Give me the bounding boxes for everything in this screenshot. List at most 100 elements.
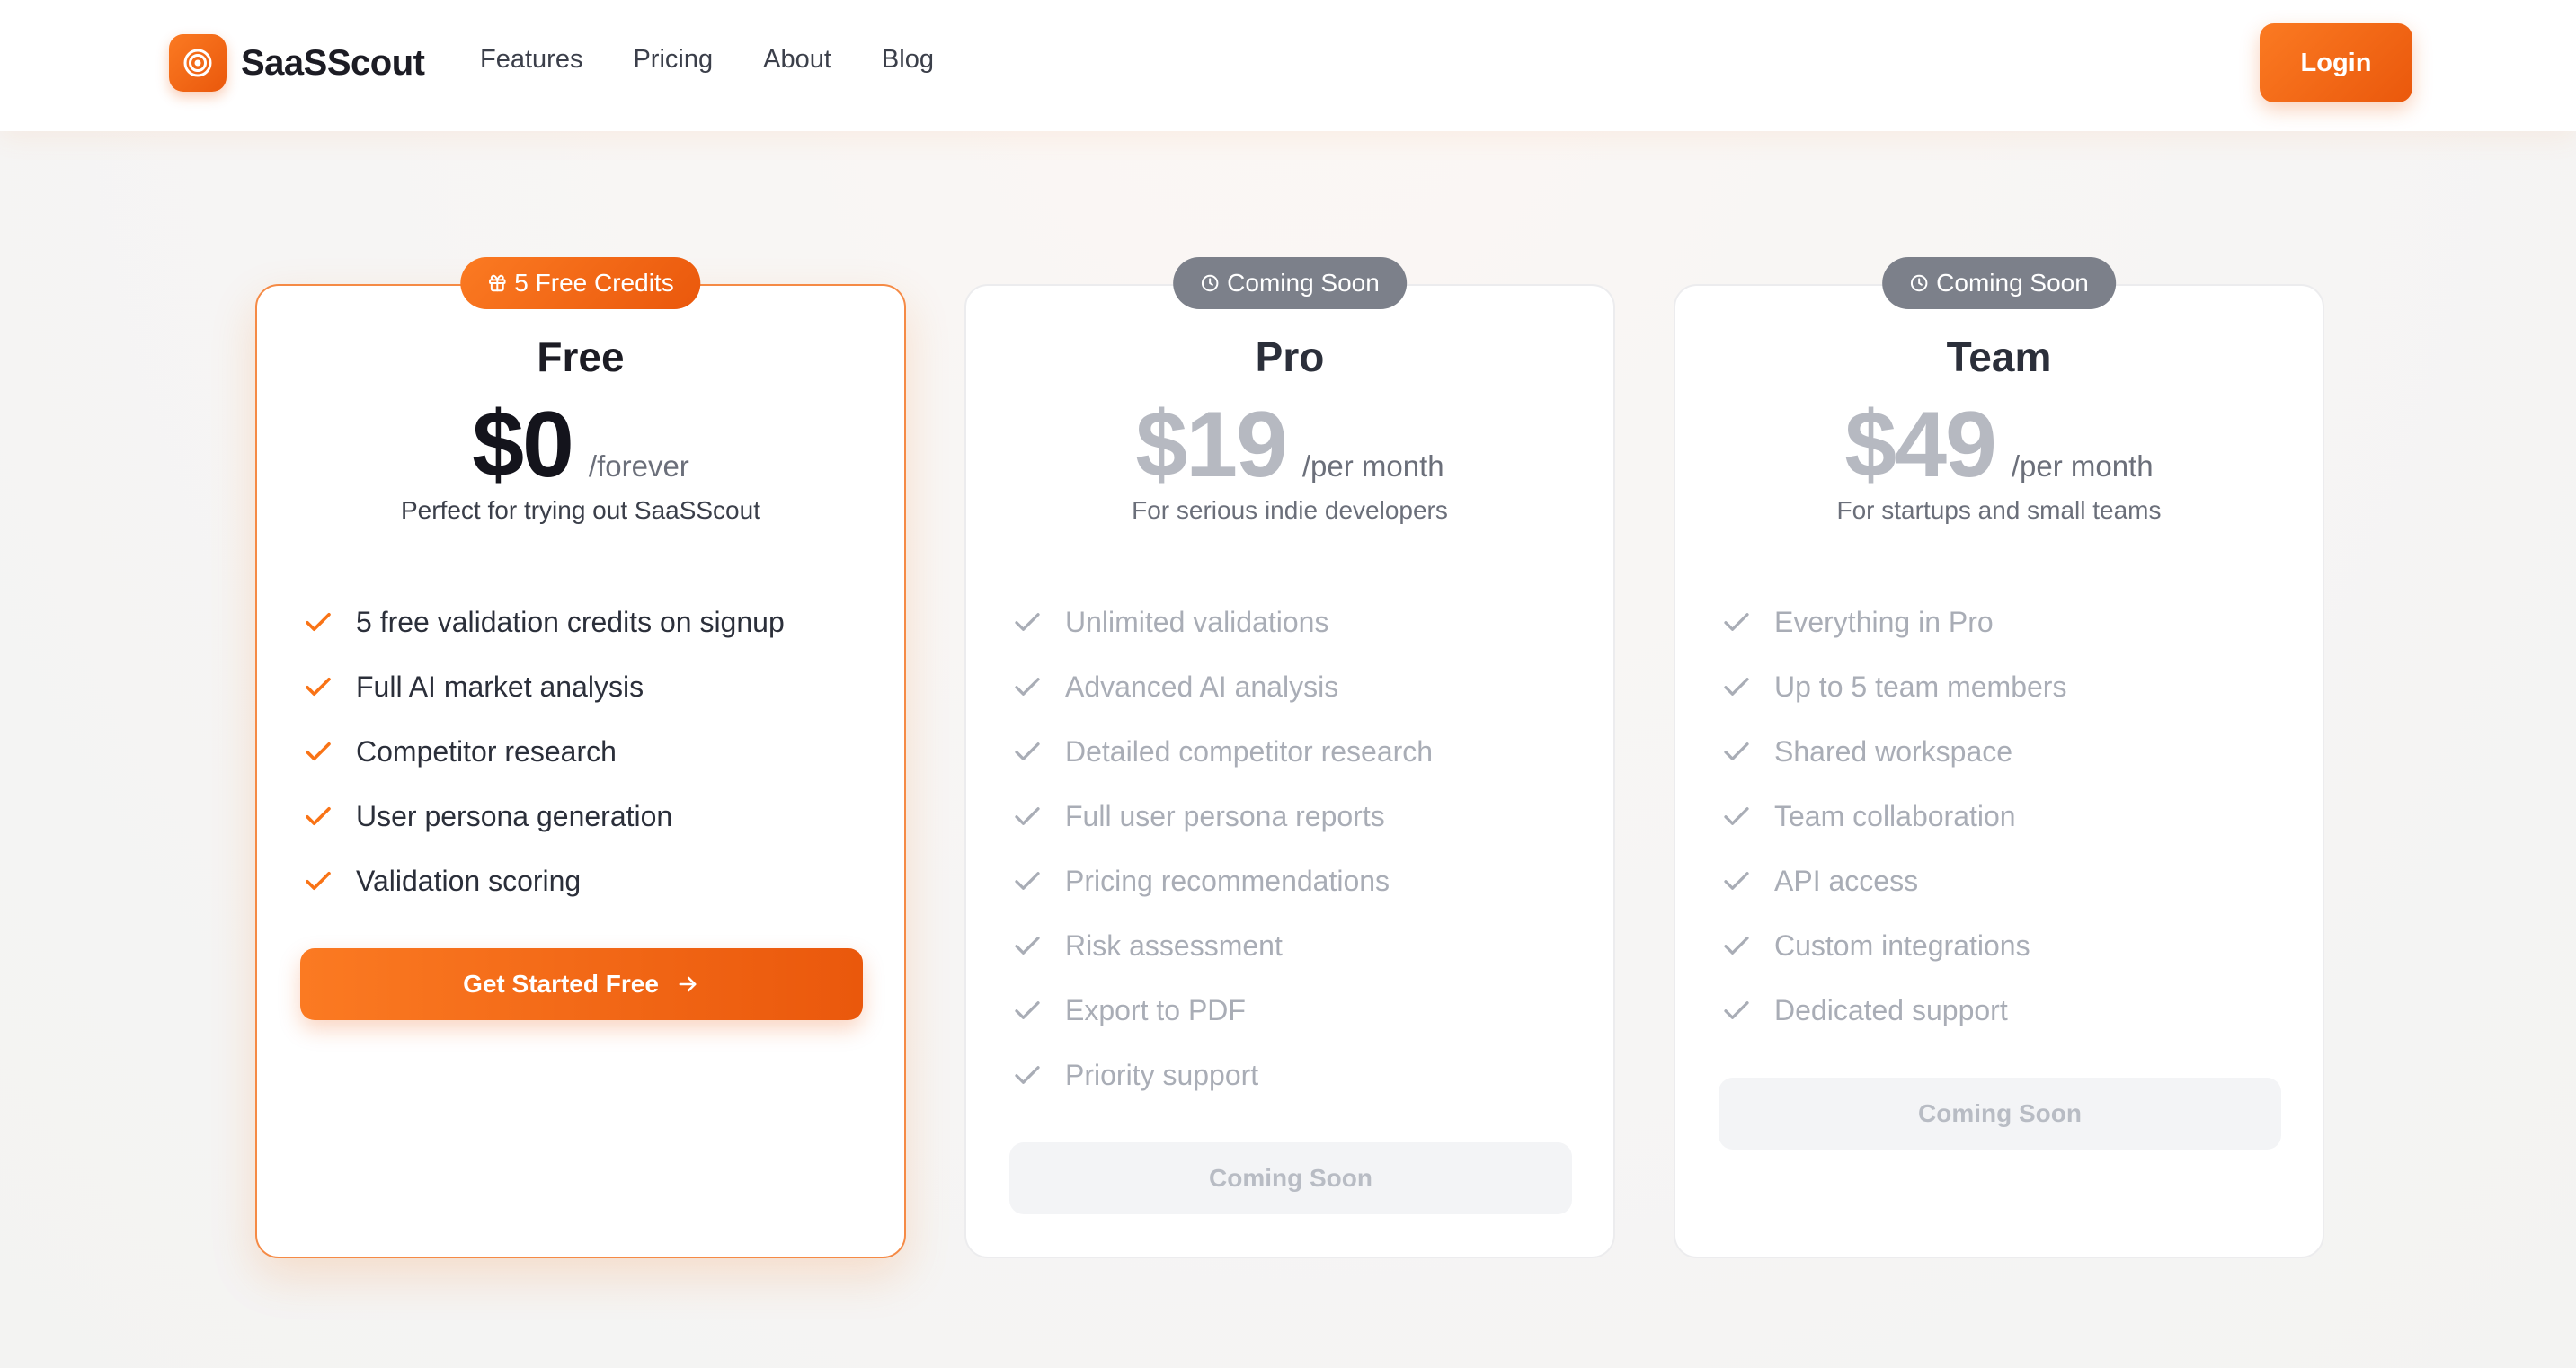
plan-badge: 5 Free Credits xyxy=(460,257,701,309)
login-button[interactable]: Login xyxy=(2260,23,2412,102)
feature-label: Pricing recommendations xyxy=(1065,864,1390,897)
arrow-right-icon xyxy=(679,976,697,992)
nav-about-link[interactable]: About xyxy=(763,45,831,75)
plan-period: /forever xyxy=(588,449,689,483)
check-icon xyxy=(1015,678,1040,696)
feature-item: Everything in Pro xyxy=(1720,590,2066,654)
check-icon xyxy=(1015,872,1040,890)
plan-badge-label: Coming Soon xyxy=(1936,269,2089,297)
check-icon xyxy=(1724,872,1749,890)
check-icon xyxy=(1015,1001,1040,1019)
feature-item: Shared workspace xyxy=(1720,719,2066,784)
nav-blog-link[interactable]: Blog xyxy=(882,45,934,75)
plan-period: /per month xyxy=(1301,449,1444,483)
plan-subtitle: For startups and small teams xyxy=(1836,496,2162,524)
pro-coming-soon-button[interactable]: Coming Soon xyxy=(1009,1142,1572,1214)
feature-item: Advanced AI analysis xyxy=(1011,654,1433,719)
price-row: $0 /forever xyxy=(257,392,904,499)
check-icon xyxy=(306,612,331,632)
check-icon xyxy=(1015,613,1040,631)
plan-badge-label: 5 Free Credits xyxy=(514,269,674,297)
plan-subtitle: Perfect for trying out SaaSScout xyxy=(401,496,760,524)
feature-item: Detailed competitor research xyxy=(1011,719,1433,784)
app-root: SaaSScout Features Pricing About Blog Lo… xyxy=(0,0,2576,1368)
feature-label: Risk assessment xyxy=(1065,928,1283,962)
feature-item: Full user persona reports xyxy=(1011,784,1433,848)
gift-icon xyxy=(489,274,506,292)
feature-label: Validation scoring xyxy=(356,864,582,897)
feature-item: User persona generation xyxy=(302,784,785,848)
feature-label: Priority support xyxy=(1065,1058,1259,1091)
check-icon xyxy=(1724,807,1749,825)
plan-price: $0 xyxy=(472,393,574,497)
top-navbar: SaaSScout Features Pricing About Blog Lo… xyxy=(0,0,2576,131)
check-icon xyxy=(306,806,331,826)
feature-item: Unlimited validations xyxy=(1011,590,1433,654)
team-coming-soon-button[interactable]: Coming Soon xyxy=(1719,1078,2281,1150)
main-nav: Features Pricing About Blog xyxy=(480,45,984,75)
clock-icon xyxy=(1201,274,1219,292)
feature-label: Unlimited validations xyxy=(1065,605,1329,638)
plan-card-pro: Coming Soon Pro $19 /per month For serio… xyxy=(964,257,1615,1258)
feature-label: Shared workspace xyxy=(1774,734,2013,768)
feature-item: Validation scoring xyxy=(302,848,785,913)
feature-item: Full AI market analysis xyxy=(302,654,785,719)
plan-subtitle: For serious indie developers xyxy=(1132,496,1448,524)
check-icon xyxy=(306,871,331,891)
price-row: $49 /per month xyxy=(1675,392,2323,499)
feature-label: User persona generation xyxy=(356,799,673,832)
feature-label: Everything in Pro xyxy=(1774,605,1994,638)
feature-label: Full AI market analysis xyxy=(356,670,644,703)
feature-item: Competitor research xyxy=(302,719,785,784)
feature-item: Priority support xyxy=(1011,1043,1433,1107)
feature-label: Export to PDF xyxy=(1065,993,1246,1026)
feature-item: API access xyxy=(1720,848,2066,913)
feature-item: Pricing recommendations xyxy=(1011,848,1433,913)
plan-period: /per month xyxy=(2011,449,2154,483)
feature-label: Advanced AI analysis xyxy=(1065,670,1339,703)
brand-logo[interactable]: SaaSScout xyxy=(169,34,425,92)
feature-label: Team collaboration xyxy=(1774,799,2016,832)
plan-name: Team xyxy=(1946,333,2052,380)
feature-list: Unlimited validations Advanced AI analys… xyxy=(1011,590,1433,1107)
feature-item: 5 free validation credits on signup xyxy=(302,590,785,654)
nav-features-link[interactable]: Features xyxy=(480,45,582,75)
feature-item: Team collaboration xyxy=(1720,784,2066,848)
check-icon xyxy=(1015,742,1040,760)
feature-label: Detailed competitor research xyxy=(1065,734,1434,768)
check-icon xyxy=(306,677,331,697)
plan-price: $19 xyxy=(1135,393,1288,497)
feature-list: Everything in Pro Up to 5 team members S… xyxy=(1720,590,2066,1043)
get-started-free-button[interactable]: Get Started Free xyxy=(300,948,863,1020)
plan-badge: Coming Soon xyxy=(1882,257,2116,309)
plan-badge-label: Coming Soon xyxy=(1227,269,1380,297)
nav-pricing-link[interactable]: Pricing xyxy=(633,45,713,75)
check-icon xyxy=(1724,678,1749,696)
check-icon xyxy=(1015,937,1040,955)
plan-card-team: Coming Soon Team $49 /per month For star… xyxy=(1674,257,2324,1258)
feature-list: 5 free validation credits on signup Full… xyxy=(302,590,785,913)
target-icon xyxy=(169,34,227,92)
plan-badge: Coming Soon xyxy=(1173,257,1407,309)
feature-label: Full user persona reports xyxy=(1065,799,1385,832)
cta-label: Get Started Free xyxy=(463,970,659,998)
feature-label: Dedicated support xyxy=(1774,993,2008,1026)
brand-name: SaaSScout xyxy=(241,42,425,83)
feature-label: 5 free validation credits on signup xyxy=(356,605,785,638)
plan-price: $49 xyxy=(1844,393,1997,497)
feature-label: Competitor research xyxy=(356,734,617,768)
feature-item: Dedicated support xyxy=(1720,978,2066,1043)
check-icon xyxy=(1724,742,1749,760)
clock-icon xyxy=(1910,274,1928,292)
feature-label: API access xyxy=(1774,864,1919,897)
check-icon xyxy=(1015,1066,1040,1084)
feature-item: Export to PDF xyxy=(1011,978,1433,1043)
plan-name: Pro xyxy=(1255,333,1325,380)
feature-label: Custom integrations xyxy=(1774,928,2030,962)
feature-item: Up to 5 team members xyxy=(1720,654,2066,719)
price-row: $19 /per month xyxy=(966,392,1613,499)
check-icon xyxy=(1724,937,1749,955)
plan-name: Free xyxy=(537,333,625,380)
feature-label: Up to 5 team members xyxy=(1774,670,2067,703)
plan-card-free: 5 Free Credits Free $0 /forever Perfect … xyxy=(255,257,906,1258)
